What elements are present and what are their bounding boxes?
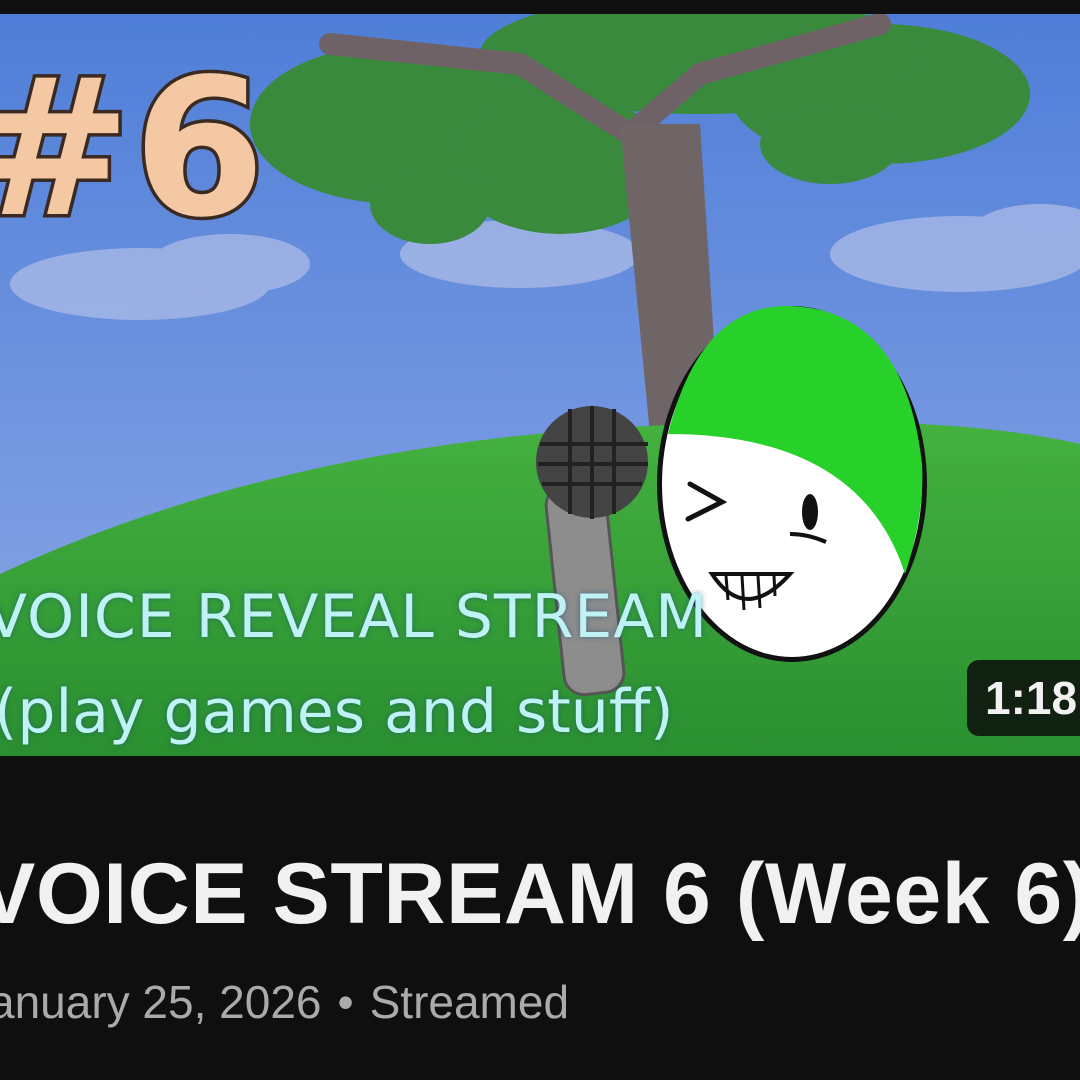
video-metadata: January 25, 2026 • Streamed xyxy=(0,975,569,1029)
stream-status: Streamed xyxy=(369,976,570,1028)
thumbnail-caption-line-2: (play games and stuff) xyxy=(0,677,674,747)
thumbnail-episode-number: #6 xyxy=(0,38,269,259)
top-strip xyxy=(0,0,1080,14)
video-thumbnail[interactable]: #6 VOICE REVEAL STREAM (play games and s… xyxy=(0,14,1080,756)
video-title[interactable]: VOICE STREAM 6 (Week 6) xyxy=(0,845,1080,944)
duration-badge: 1:18: xyxy=(967,660,1080,736)
separator-dot: • xyxy=(337,976,354,1028)
thumbnail-caption-line-1: VOICE REVEAL STREAM xyxy=(0,582,709,652)
stream-date: January 25, 2026 xyxy=(0,976,322,1028)
